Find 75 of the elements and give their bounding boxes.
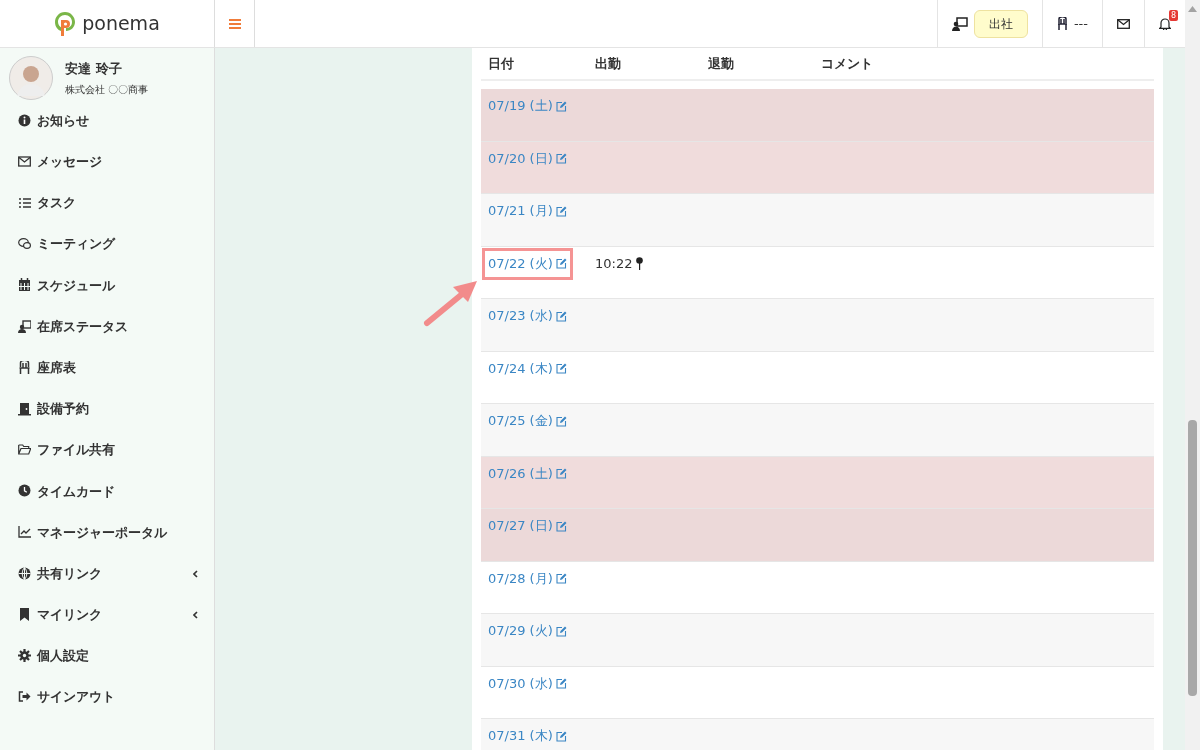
- company-name: 株式会社 〇〇商事: [65, 82, 149, 97]
- logo-icon: [54, 10, 77, 37]
- sidebar-item[interactable]: タイムカード: [0, 470, 214, 512]
- clock-in-time: 10:22: [595, 253, 644, 274]
- brand-name: ponema: [82, 11, 160, 37]
- column-header: 出勤: [595, 54, 622, 73]
- user-name: 安達 玲子: [65, 60, 123, 79]
- column-header: コメント: [821, 54, 873, 73]
- edit-icon: [555, 678, 567, 689]
- presence-status-icon: [18, 319, 31, 334]
- date-link[interactable]: 07/24 (木): [488, 358, 567, 379]
- annotation-arrow: [423, 279, 479, 327]
- edit-icon: [555, 730, 567, 742]
- edit-icon: [555, 625, 567, 637]
- line-chart-icon: [18, 525, 31, 540]
- chair-icon[interactable]: [1056, 17, 1068, 30]
- edit-icon: [555, 468, 567, 479]
- sidebar-item[interactable]: マイリンク: [0, 594, 214, 636]
- sidebar-item[interactable]: 在席ステータス: [0, 305, 214, 348]
- avatar: [9, 56, 53, 100]
- scrollbar-thumb[interactable]: [1188, 420, 1197, 696]
- date-link[interactable]: 07/25 (金): [488, 411, 567, 431]
- chevron-left-icon: [193, 569, 198, 578]
- sidebar-item[interactable]: ファイル共有: [0, 429, 214, 471]
- column-header: 日付: [487, 54, 515, 73]
- chevron-left-icon: [193, 610, 198, 619]
- mail-icon: [18, 154, 31, 169]
- menu-icon[interactable]: [228, 18, 241, 29]
- bookmark-icon: [18, 607, 31, 622]
- globe-icon: [18, 566, 31, 581]
- sidebar-item[interactable]: 設備予約: [0, 388, 214, 430]
- edit-icon: [555, 100, 567, 112]
- edit-icon: [555, 363, 567, 374]
- edit-icon: [555, 153, 567, 164]
- date-link[interactable]: 07/22 (火): [488, 253, 567, 274]
- presence-status-icon[interactable]: [951, 16, 968, 31]
- chat-icon: [18, 237, 31, 252]
- sidebar-item[interactable]: メッセージ: [0, 141, 214, 183]
- sidebar-item[interactable]: マネージャーポータル: [0, 511, 214, 554]
- map-pin-icon: [636, 257, 644, 270]
- sign-out-icon: [18, 690, 31, 705]
- sidebar-item[interactable]: お知らせ: [0, 100, 214, 142]
- calendar-icon: [18, 278, 31, 293]
- date-link[interactable]: 07/23 (水): [488, 306, 567, 326]
- edit-icon: [555, 520, 567, 532]
- notification-count: 8: [1168, 10, 1178, 21]
- bell-icon[interactable]: [1159, 17, 1171, 30]
- sidebar-item[interactable]: 座席表: [0, 347, 214, 389]
- edit-icon: [555, 573, 567, 584]
- status-badge[interactable]: 出社: [973, 9, 1028, 38]
- sidebar-item[interactable]: 共有リンク: [0, 553, 214, 595]
- chair-icon: [18, 360, 31, 375]
- sidebar-item[interactable]: タスク: [0, 182, 214, 224]
- clock-icon: [18, 484, 31, 499]
- date-link[interactable]: 07/28 (月): [488, 568, 567, 589]
- sidebar-item[interactable]: スケジュール: [0, 264, 214, 306]
- mail-icon[interactable]: [1117, 18, 1130, 29]
- edit-icon: [555, 205, 567, 217]
- gear-icon: [18, 649, 31, 664]
- edit-icon: [555, 258, 567, 269]
- date-link[interactable]: 07/31 (木): [488, 726, 567, 746]
- info-icon: [18, 113, 31, 128]
- edit-icon: [555, 310, 567, 322]
- edit-icon: [555, 415, 567, 427]
- task-list-icon: [18, 195, 31, 210]
- date-link[interactable]: 07/29 (火): [488, 621, 567, 641]
- date-link[interactable]: 07/30 (水): [488, 673, 567, 694]
- column-header: 退勤: [708, 54, 735, 73]
- seat-status[interactable]: ---: [1073, 13, 1088, 34]
- sidebar-item[interactable]: サインアウト: [0, 676, 214, 718]
- sidebar-item[interactable]: 個人設定: [0, 635, 214, 677]
- date-link[interactable]: 07/21 (月): [488, 201, 567, 221]
- door-icon: [18, 401, 31, 416]
- sidebar-item[interactable]: ミーティング: [0, 223, 214, 265]
- folder-icon: [18, 443, 31, 458]
